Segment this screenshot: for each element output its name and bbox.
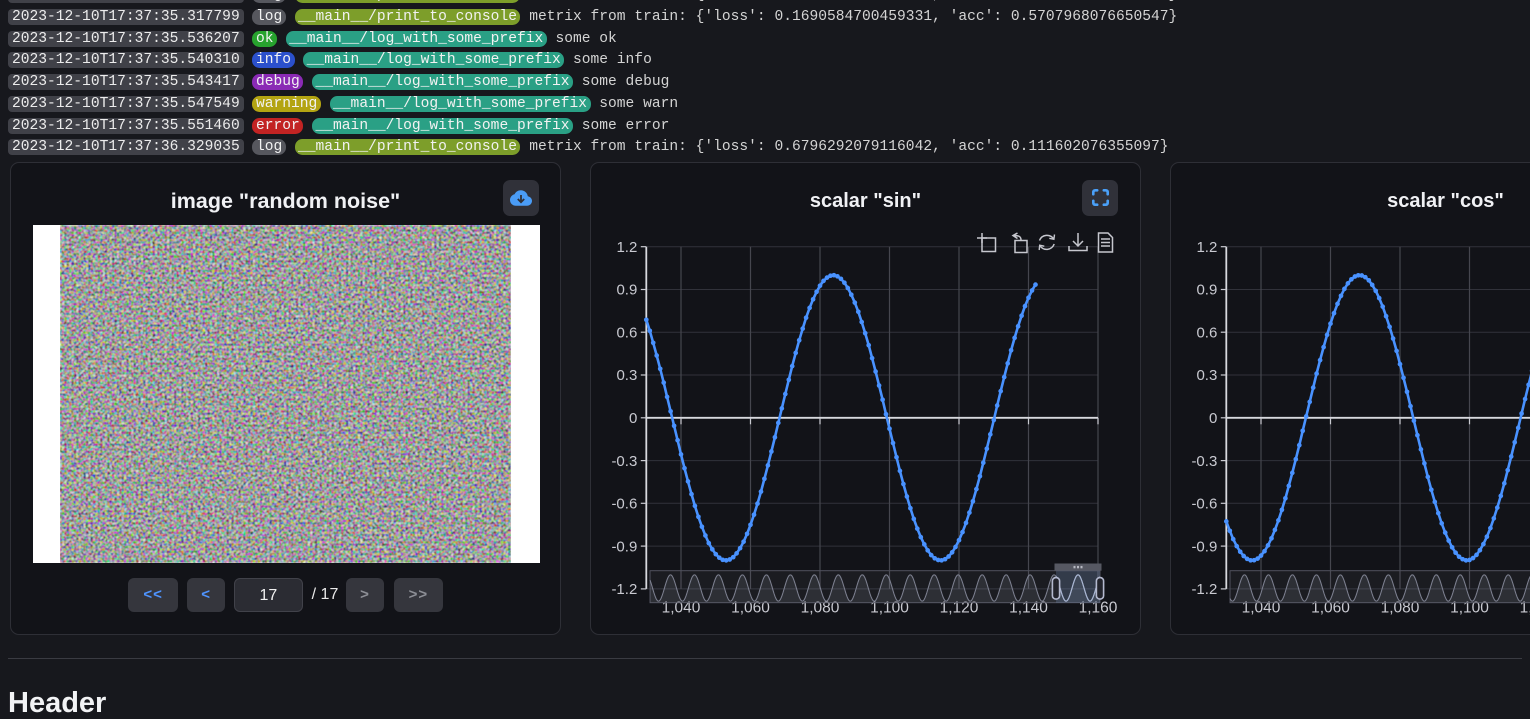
svg-text:0.9: 0.9: [1196, 281, 1217, 298]
svg-text:-0.6: -0.6: [1191, 495, 1217, 512]
svg-text:0.9: 0.9: [616, 281, 637, 298]
svg-text:-1.2: -1.2: [611, 581, 637, 598]
svg-text:-0.9: -0.9: [611, 538, 637, 555]
svg-text:0.6: 0.6: [616, 324, 637, 341]
svg-text:-0.9: -0.9: [1191, 538, 1217, 555]
svg-text:-0.6: -0.6: [611, 495, 637, 512]
svg-text:1.2: 1.2: [616, 238, 637, 255]
svg-text:0: 0: [629, 410, 637, 427]
svg-text:0.3: 0.3: [616, 367, 637, 384]
svg-text:0.6: 0.6: [1196, 324, 1217, 341]
svg-text:-0.3: -0.3: [1191, 452, 1217, 469]
svg-text:-0.3: -0.3: [611, 452, 637, 469]
svg-text:-1.2: -1.2: [1191, 581, 1217, 598]
svg-text:0: 0: [1209, 410, 1217, 427]
svg-text:0.3: 0.3: [1196, 367, 1217, 384]
svg-text:1.2: 1.2: [1196, 238, 1217, 255]
